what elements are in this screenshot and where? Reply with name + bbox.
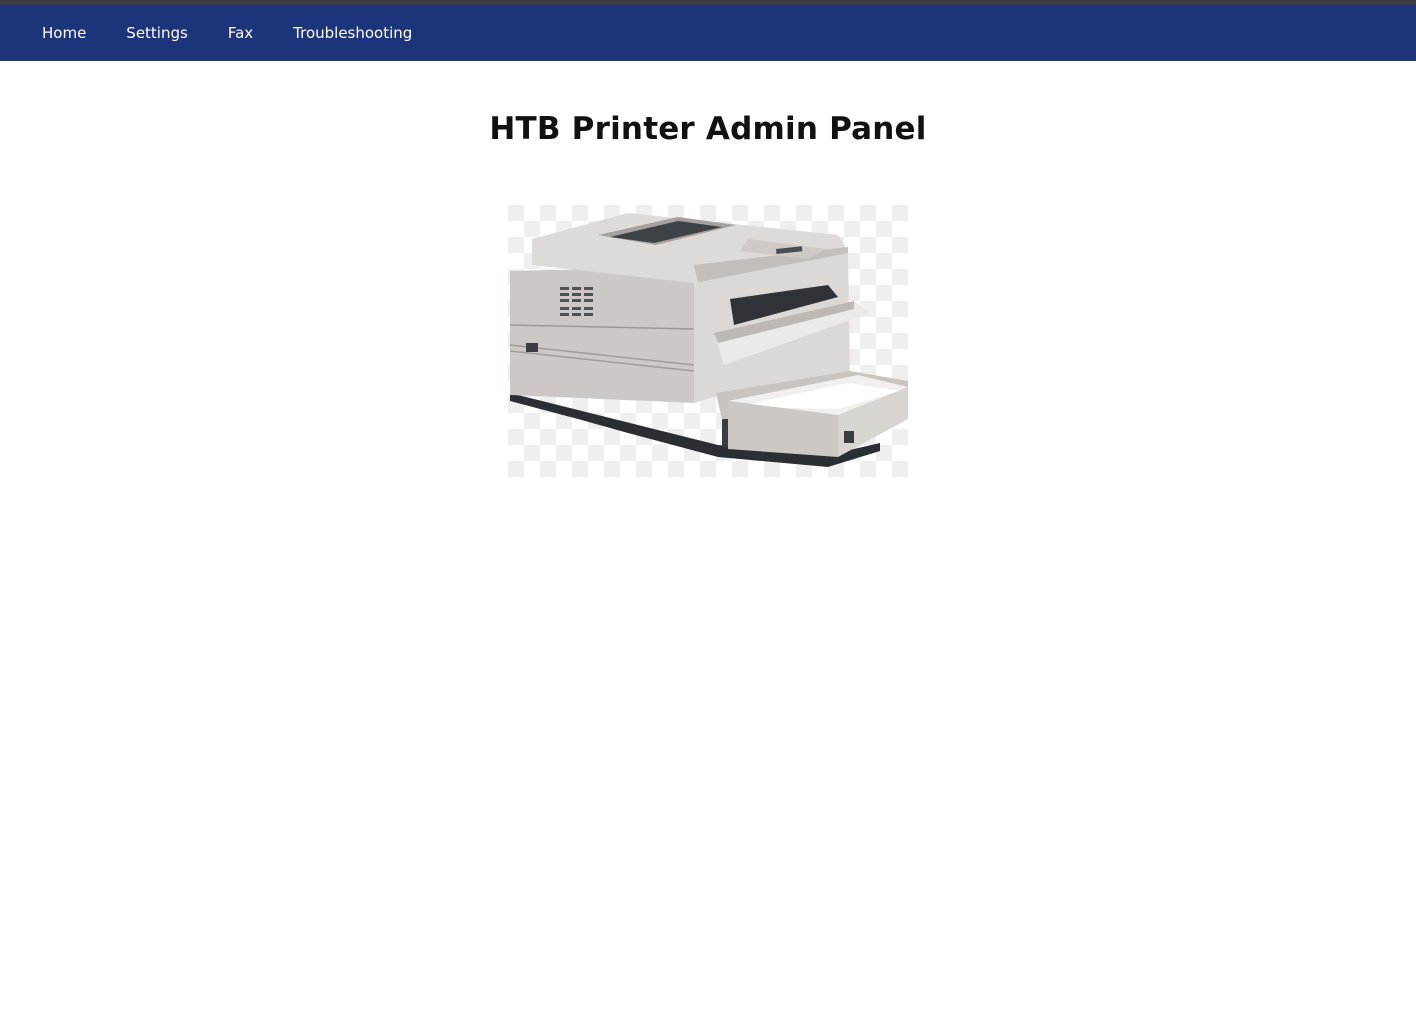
nav-item-home[interactable]: Home — [22, 5, 106, 61]
nav-item-settings[interactable]: Settings — [106, 5, 208, 61]
printer-image-container — [0, 205, 1416, 477]
nav-item-troubleshooting[interactable]: Troubleshooting — [273, 5, 432, 61]
top-navbar: Home Settings Fax Troubleshooting — [0, 5, 1416, 61]
printer-image — [508, 205, 908, 477]
nav-item-fax[interactable]: Fax — [208, 5, 273, 61]
page-title: HTB Printer Admin Panel — [489, 111, 927, 147]
